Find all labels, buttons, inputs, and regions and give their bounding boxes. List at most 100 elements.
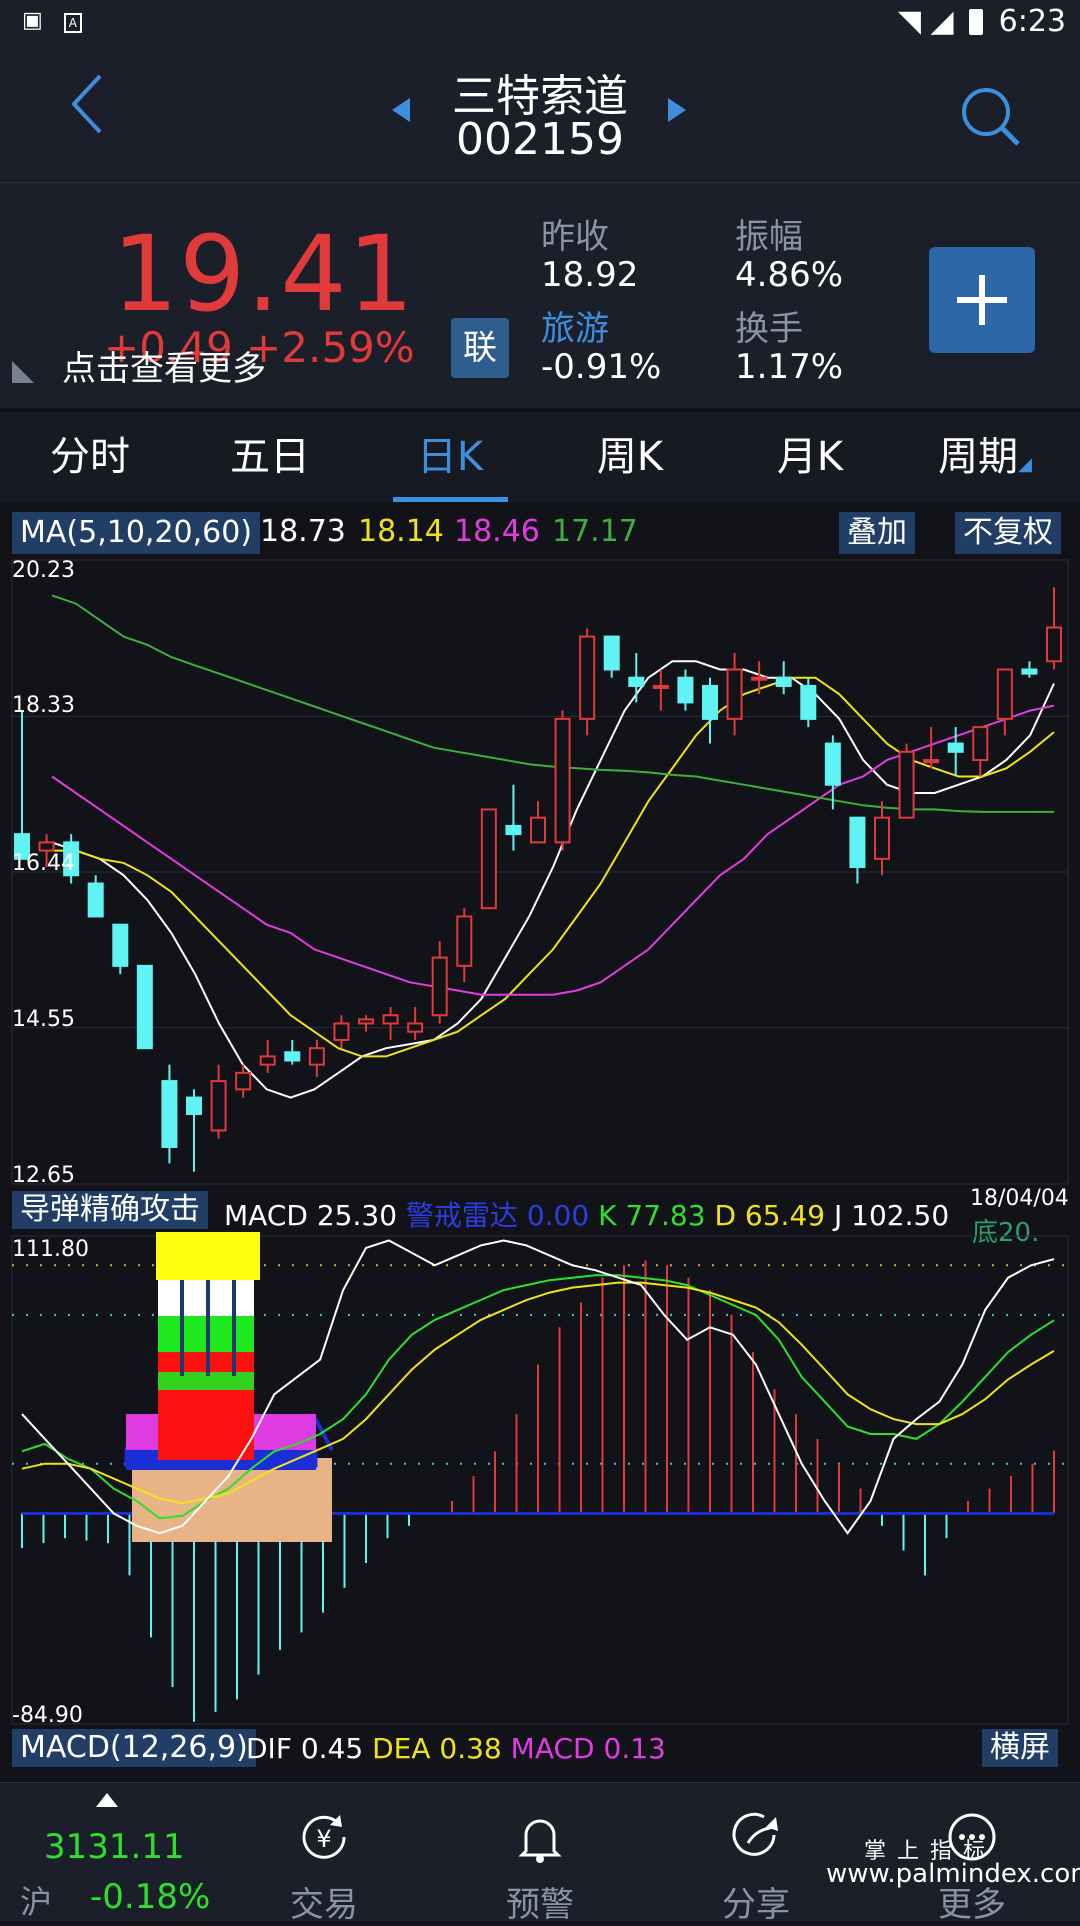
candle <box>603 635 620 678</box>
candle <box>382 1007 399 1040</box>
candle-body <box>333 1022 350 1041</box>
candle-body <box>161 1080 178 1148</box>
bottom-nav: 3131.11 沪 -0.18% ¥ 交易 预警 分享 更多 掌 上 指 标 w… <box>0 1782 1080 1925</box>
candle-body <box>898 750 915 819</box>
tab-period[interactable]: 周期◢ <box>900 412 1070 502</box>
axis-label-4: 14.55 <box>12 1007 75 1032</box>
d-label: D <box>714 1199 737 1232</box>
radar-value: 0.00 <box>526 1199 590 1232</box>
turnover-value: 1.17% <box>735 347 844 387</box>
axis-label-3: 16.44 <box>12 851 75 876</box>
nav-alert-label: 预警 <box>506 1885 574 1925</box>
candle <box>702 677 718 744</box>
last-price: 19.41 <box>112 213 415 335</box>
tab-daily-k[interactable]: 日K <box>360 412 540 502</box>
more-info-hint[interactable]: 点击查看更多 <box>62 341 266 390</box>
adjust-button[interactable]: 不复权 <box>955 512 1061 554</box>
candle <box>358 1015 374 1032</box>
landscape-button[interactable]: 横屏 <box>982 1729 1058 1767</box>
candle <box>923 727 940 769</box>
candle <box>505 784 522 851</box>
indicator-label[interactable]: 导弹精确攻击 <box>12 1191 208 1229</box>
candle-body <box>923 759 940 764</box>
dea-label: DEA <box>372 1732 431 1765</box>
j-value: 102.50 <box>851 1199 950 1232</box>
candle-body <box>358 1018 374 1025</box>
bell-icon <box>518 1819 562 1863</box>
k-label: K <box>598 1199 617 1232</box>
search-icon[interactable] <box>958 84 1022 148</box>
prev-close-value: 18.92 <box>541 255 639 295</box>
candlestick-chart[interactable]: 20.23 18.33 16.44 14.55 12.65 <box>0 556 1080 1188</box>
candle-body <box>431 956 448 1017</box>
signal-divider-1 <box>180 1280 184 1376</box>
candle <box>554 710 571 851</box>
candle <box>14 710 30 860</box>
candle <box>874 801 890 876</box>
watermark-url: www.palmindex.com <box>826 1859 1080 1889</box>
sector-label[interactable]: 旅游 <box>541 301 609 350</box>
sector-change: -0.91% <box>541 347 662 387</box>
tab-weekly-k[interactable]: 周K <box>540 412 720 502</box>
candle <box>456 908 473 983</box>
candle <box>849 816 866 884</box>
candle <box>407 1007 424 1040</box>
ma5-value: 18.73 <box>260 514 346 549</box>
nav-alert[interactable]: 预警 <box>432 1783 648 1925</box>
clock: 6:23 <box>998 4 1066 39</box>
candle-body <box>628 676 645 687</box>
candle-body <box>210 1080 227 1132</box>
dropdown-triangle-icon: ◢ <box>1018 454 1032 475</box>
radar-label: 警戒雷达 <box>405 1199 518 1232</box>
ma-label[interactable]: MA(5,10,20,60) <box>12 512 261 554</box>
nav-trade[interactable]: ¥ 交易 <box>216 1783 432 1925</box>
candle-body <box>874 816 890 860</box>
linked-badge[interactable]: 联 <box>451 318 509 378</box>
dif-label: DIF <box>246 1732 292 1765</box>
candle <box>480 808 497 910</box>
candle-body <box>824 742 841 786</box>
candle <box>1021 661 1038 678</box>
nav-share[interactable]: 分享 <box>648 1783 864 1925</box>
share-icon <box>732 1812 778 1856</box>
ma60-value: 17.17 <box>552 514 638 549</box>
overlay-button[interactable]: 叠加 <box>839 512 915 554</box>
amplitude-value: 4.86% <box>735 255 844 295</box>
nav-index[interactable]: 3131.11 沪 -0.18% <box>0 1783 216 1921</box>
signal-divider-3 <box>232 1280 236 1376</box>
candle-body <box>677 676 694 704</box>
amplitude-label: 振幅 <box>735 217 803 257</box>
image-icon: ▣ <box>22 8 43 33</box>
tab-five-day[interactable]: 五日 <box>180 412 360 502</box>
indicator-chart[interactable]: 111.80 -84.90 <box>0 1232 1080 1728</box>
signal-icon: ◢ <box>930 4 954 39</box>
next-stock-arrow-icon[interactable] <box>666 96 688 124</box>
candle <box>431 941 448 1024</box>
candle-body <box>456 915 473 967</box>
candle <box>161 1064 178 1164</box>
candle <box>530 801 546 844</box>
candle-body <box>235 1071 252 1091</box>
candle <box>87 875 104 918</box>
candle <box>136 964 153 1050</box>
candle-body <box>751 676 768 681</box>
battery-icon <box>969 9 984 35</box>
add-watchlist-button[interactable] <box>929 247 1035 353</box>
svg-text:¥: ¥ <box>316 1825 331 1853</box>
macd-hist-label: MACD <box>510 1732 595 1765</box>
candle <box>308 1039 325 1077</box>
candle <box>1046 587 1062 670</box>
candle-body <box>382 1014 399 1025</box>
candle <box>775 661 792 695</box>
tab-monthly-k[interactable]: 月K <box>720 412 900 502</box>
index-name: 沪 <box>20 1883 53 1921</box>
candle <box>112 923 129 975</box>
candle-body <box>186 1096 202 1116</box>
tab-intraday[interactable]: 分时 <box>0 412 180 502</box>
macd-params-label[interactable]: MACD(12,26,9) <box>12 1729 256 1767</box>
candle-body <box>726 668 743 720</box>
quote-panel: 19.41 +0.49 +2.59% 点击查看更多 联 昨收 18.92 旅游 … <box>0 183 1080 408</box>
candle <box>333 1015 350 1049</box>
candle-body <box>136 964 153 1050</box>
candle-body <box>530 816 546 844</box>
